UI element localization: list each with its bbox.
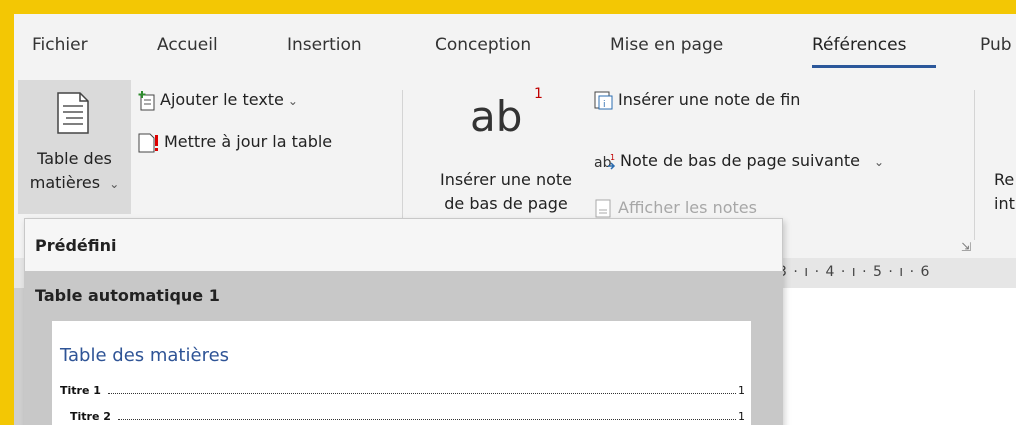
preview-entry-page: 1 [738, 384, 745, 397]
show-notes-button[interactable]: Afficher les notes [594, 198, 757, 219]
add-text-icon [138, 90, 155, 110]
next-footnote-icon: ab 1 [594, 153, 615, 171]
toc-button-label: Table des matières ⌄ [29, 149, 120, 192]
preview-title: Table des matières [60, 345, 230, 366]
tab-accueil[interactable]: Accueil [157, 35, 218, 55]
update-table-icon [138, 133, 158, 152]
footnote-ab-icon: ab [470, 92, 523, 141]
add-text-button[interactable]: Ajouter le texte ⌄ [138, 90, 298, 111]
svg-text:i: i [603, 100, 606, 110]
tab-insertion[interactable]: Insertion [287, 35, 362, 55]
preview-entry-label: Titre 2 [70, 410, 111, 423]
chevron-down-icon: ⌄ [287, 94, 298, 108]
svg-text:1: 1 [610, 153, 615, 162]
toc-document-icon [57, 92, 89, 134]
preview-entry-page: 1 [738, 410, 745, 423]
toc-preview: Table des matières Titre 1 1 Titre 2 1 [52, 321, 751, 425]
endnote-icon: i [594, 91, 613, 110]
insert-endnote-button[interactable]: i Insérer une note de fin [594, 90, 800, 111]
show-notes-icon [595, 199, 611, 217]
cut-off-button[interactable]: Re int [994, 168, 1015, 216]
active-tab-underline [812, 65, 936, 68]
footnote-superscript-icon: 1 [534, 86, 543, 102]
update-table-button[interactable]: Mettre à jour la table [138, 132, 332, 153]
group-separator [974, 90, 975, 240]
chevron-down-icon: ⌄ [874, 155, 885, 169]
preview-leader-dots [108, 385, 736, 394]
chevron-down-icon: ⌄ [109, 177, 120, 191]
tab-fichier[interactable]: Fichier [32, 35, 88, 55]
dialog-launcher-icon[interactable]: ⇲ [961, 240, 971, 254]
ruler-marks: 3 · ı · 4 · ı · 5 · ı · 6 [778, 264, 931, 280]
tab-publipostage[interactable]: Pub [980, 35, 1012, 55]
ribbon-tabs: Fichier Accueil Insertion Conception Mis… [14, 14, 1016, 78]
gallery-item-title: Table automatique 1 [35, 286, 220, 305]
toc-gallery-dropdown: Prédéfini Table automatique 1 Table des … [24, 218, 783, 425]
table-of-contents-button[interactable]: Table des matières ⌄ [18, 80, 131, 214]
tab-conception[interactable]: Conception [435, 35, 531, 55]
preview-leader-dots [118, 411, 736, 420]
word-window: Fichier Accueil Insertion Conception Mis… [14, 14, 1016, 425]
insert-footnote-label: Insérer une note de bas de page [439, 170, 573, 213]
preview-entry-label: Titre 1 [60, 384, 101, 397]
gallery-item-automatic-table-1[interactable]: Table automatique 1 Table des matières T… [25, 271, 782, 425]
next-footnote-button[interactable]: ab 1 Note de bas de page suivante ⌄ [594, 151, 884, 172]
tab-references[interactable]: Références [812, 35, 906, 55]
tab-mise-en-page[interactable]: Mise en page [610, 35, 723, 55]
svg-text:ab: ab [594, 155, 612, 171]
gallery-section-header: Prédéfini [25, 219, 782, 271]
